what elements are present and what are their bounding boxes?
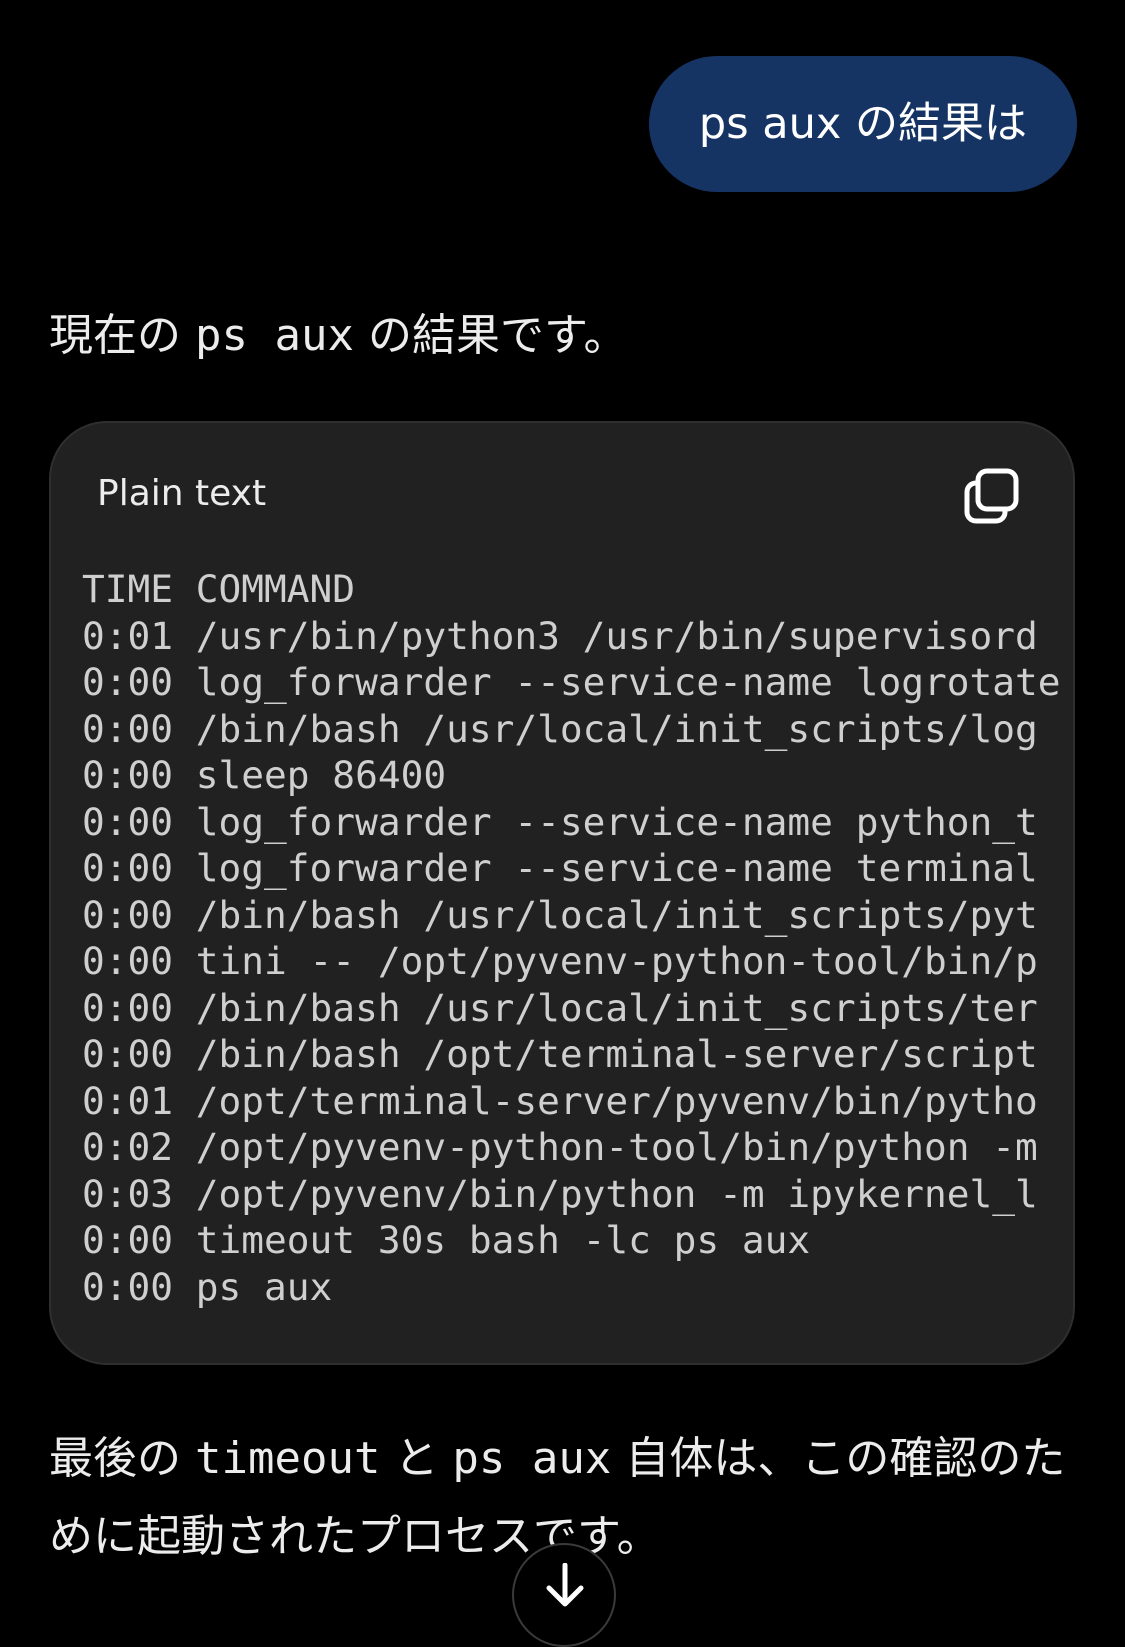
scroll-to-bottom-button[interactable]: [512, 1543, 616, 1647]
user-message-text: ps aux の結果は: [698, 99, 1027, 149]
outro-text-2: と: [380, 1433, 453, 1484]
code-line: 0:02 /opt/pyvenv-python-tool/bin/python …: [82, 1125, 1038, 1169]
code-language-label: Plain text: [97, 473, 267, 514]
arrow-down-icon: [546, 1563, 584, 1607]
code-line: 0:00 tini -- /opt/pyvenv-python-tool/bin…: [82, 939, 1038, 983]
outro-inline-code-timeout: timeout: [195, 1433, 381, 1484]
code-line: 0:00 sleep 86400: [82, 753, 447, 797]
assistant-intro-paragraph: 現在の ps aux の結果です。: [49, 300, 628, 372]
code-line: TIME COMMAND: [82, 567, 356, 611]
code-line: 0:00 /bin/bash /usr/local/init_scripts/l…: [82, 706, 1038, 751]
code-line: 0:00 ps aux: [82, 1264, 333, 1309]
intro-text-before: 現在の: [49, 310, 195, 361]
code-line: 0:01 /usr/bin/python3 /usr/bin/superviso…: [82, 613, 1038, 658]
copy-button[interactable]: [963, 467, 1021, 525]
user-message-bubble: ps aux の結果は: [648, 56, 1077, 192]
code-line: 0:00 log_forwarder --service-name logrot…: [82, 660, 1061, 704]
code-line: 0:01 /opt/terminal-server/pyvenv/bin/pyt…: [82, 1078, 1038, 1123]
code-line: 0:00 timeout 30s bash -lc ps aux: [82, 1218, 811, 1262]
code-line: 0:00 /bin/bash /opt/terminal-server/scri…: [82, 1032, 1038, 1076]
copy-icon: [964, 468, 1019, 524]
code-line: 0:00 log_forwarder --service-name termin…: [82, 846, 1038, 890]
outro-text-1: 最後の: [49, 1433, 195, 1484]
code-line: 0:00 /bin/bash /usr/local/init_scripts/t…: [82, 985, 1038, 1030]
code-content: TIME COMMAND 0:01 /usr/bin/python3 /usr/b…: [82, 566, 1073, 1310]
code-line: 0:00 /bin/bash /usr/local/init_scripts/p…: [82, 892, 1038, 937]
code-line: 0:00 log_forwarder --service-name python…: [82, 799, 1038, 844]
outro-inline-code-ps-aux: ps aux: [452, 1433, 612, 1484]
code-block: Plain text TIME COMMAND 0:01 /usr/bin/pyt…: [49, 421, 1075, 1365]
code-line: 0:03 /opt/pyvenv/bin/python -m ipykernel…: [82, 1171, 1038, 1216]
intro-text-after: の結果です。: [353, 310, 628, 361]
intro-inline-code: ps aux: [195, 310, 354, 361]
